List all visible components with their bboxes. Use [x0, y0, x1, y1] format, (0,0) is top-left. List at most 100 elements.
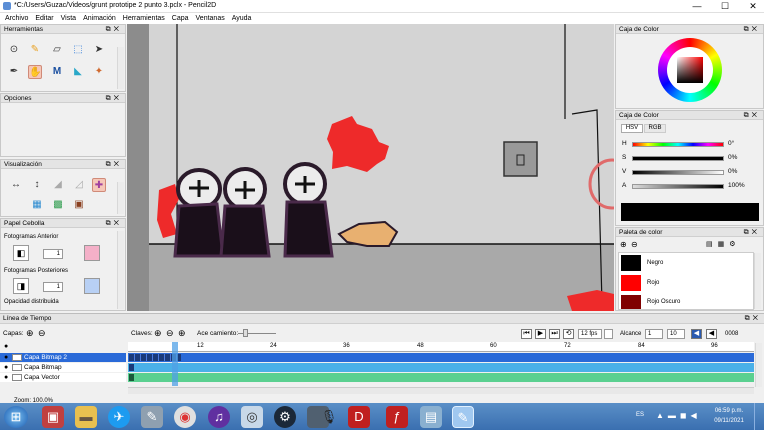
center-grid-icon[interactable]: ✚ [92, 178, 106, 192]
hue-slider[interactable]: H 0° [620, 140, 760, 148]
paint-tool-icon[interactable]: ✎ [141, 406, 163, 428]
perspective-icon[interactable]: ◿ [72, 178, 86, 192]
palette-view-icons[interactable]: ▤▦⚙ [706, 240, 741, 248]
remove-key-icon[interactable]: ⊖ [166, 328, 174, 339]
remove-layer-icon[interactable]: ⊖ [38, 328, 46, 339]
palette-swatch-rojo-oscuro[interactable] [621, 295, 641, 309]
timeline-vertical-scrollbar[interactable] [755, 343, 762, 387]
drawing-canvas[interactable] [127, 24, 614, 311]
pencil-tool-icon[interactable]: ✎ [28, 43, 42, 57]
microphone-icon[interactable]: 🎙 [318, 406, 340, 428]
range-end-spinbox[interactable]: 10 [667, 329, 685, 339]
add-layer-icon[interactable]: ⊕ [26, 328, 34, 339]
maximize-button[interactable]: ☐ [718, 0, 732, 12]
range-checkbox[interactable] [604, 329, 613, 339]
track-bitmap-2[interactable] [128, 353, 754, 362]
fps-spinbox[interactable]: 12 fps [578, 329, 602, 339]
steam-icon[interactable]: ⚙ [274, 406, 296, 428]
minimize-button[interactable]: — [690, 0, 704, 12]
panel-float-close-icons[interactable]: ⧉✕ [106, 160, 122, 169]
grid-color-icon[interactable]: ▩ [51, 198, 65, 212]
d-app-icon[interactable]: D [348, 406, 370, 428]
camera-frame-icon[interactable]: ▣ [72, 198, 86, 212]
polyline-tool-icon[interactable]: M [50, 65, 64, 79]
next-frame-button[interactable]: ⏭ [549, 329, 560, 339]
smudge-tool-icon[interactable]: ✦ [92, 65, 106, 79]
tab-rgb[interactable]: RGB [644, 124, 666, 133]
keyframe-vector[interactable] [129, 374, 134, 381]
zoom-slider-handle[interactable] [243, 329, 248, 337]
palette-swatch-negro[interactable] [621, 255, 641, 271]
layer-row-vector[interactable]: ● Capa Vector [0, 373, 126, 382]
range-start-spinbox[interactable]: 1 [645, 329, 663, 339]
panel-float-close-icons[interactable]: ⧉✕ [744, 111, 760, 120]
pointer-tool-icon[interactable]: ➤ [92, 43, 106, 57]
system-tray-icons[interactable]: ▲▬◼◀ [656, 411, 701, 420]
twitter-icon[interactable]: ✈ [108, 406, 130, 428]
flip-vertical-icon[interactable]: ↕ [30, 178, 44, 192]
taskbar-app-icon[interactable]: ▣ [42, 406, 64, 428]
flip-horizontal-icon[interactable]: ↔ [9, 178, 23, 192]
prev-frame-button[interactable]: ⏮ [521, 329, 532, 339]
flash-icon[interactable]: ƒ [386, 406, 408, 428]
start-button-icon[interactable]: ⊞ [4, 406, 28, 428]
saturation-slider[interactable]: S 0% [620, 154, 760, 162]
menu-capa[interactable]: Capa [172, 13, 189, 24]
onion-scrollbar[interactable] [117, 231, 124, 309]
menu-animacion[interactable]: Animación [83, 13, 116, 24]
next-frames-spinbox[interactable]: 1 [43, 282, 63, 292]
frame-ruler[interactable]: 12 24 36 48 60 72 84 96 [128, 342, 754, 352]
remove-color-icon[interactable]: ⊖ [631, 240, 638, 249]
bucket-tool-icon[interactable]: ◣ [71, 65, 85, 79]
timeline-horizontal-scrollbar[interactable] [128, 387, 754, 394]
chrome-icon[interactable]: ◉ [174, 406, 196, 428]
pencil2d-taskbar-icon[interactable]: ✎ [452, 406, 474, 428]
panel-float-close-icons[interactable]: ⧉✕ [744, 228, 760, 237]
panel-float-close-icons[interactable]: ⧉✕ [106, 94, 122, 103]
track-vector[interactable] [128, 373, 754, 382]
eyedropper-tool-icon[interactable]: ✒ [7, 65, 21, 79]
clock-time[interactable]: 06:59 p.m. [712, 408, 746, 414]
sound-button[interactable]: ◀ [691, 329, 702, 339]
show-desktop-button[interactable] [754, 403, 764, 430]
palette-scrollbar[interactable] [754, 253, 761, 309]
playhead[interactable] [172, 342, 178, 386]
brush-tool-icon[interactable]: ✋ [28, 65, 42, 79]
loop-button[interactable]: ⟲ [563, 329, 574, 339]
headphones-app-icon[interactable]: ♫ [208, 406, 230, 428]
next-onion-color-swatch[interactable] [84, 278, 100, 294]
layer-row-bitmap-2[interactable]: ● Capa Bitmap 2 [0, 353, 126, 362]
saturation-value-square[interactable] [677, 57, 703, 83]
menu-vista[interactable]: Vista [61, 13, 76, 24]
mute-icon[interactable]: ◀ [706, 329, 717, 339]
close-button[interactable]: ✕ [746, 0, 760, 12]
add-color-icon[interactable]: ⊕ [620, 240, 627, 249]
alpha-slider[interactable]: A 100% [620, 182, 760, 190]
spiral-app-icon[interactable]: ◎ [241, 406, 263, 428]
clock-date[interactable]: 09/11/2021 [712, 418, 746, 424]
overlay-icon[interactable]: ◢ [51, 178, 65, 192]
palette-item-rojo-oscuro[interactable]: Rojo Oscuro [647, 299, 680, 305]
play-button[interactable]: ▶ [535, 329, 546, 339]
palette-swatch-rojo[interactable] [621, 275, 641, 291]
add-key-icon[interactable]: ⊕ [154, 328, 162, 339]
menu-editar[interactable]: Editar [35, 13, 53, 24]
prev-frames-spinbox[interactable]: 1 [43, 249, 63, 259]
palette-item-negro[interactable]: Negro [647, 260, 663, 266]
color-wheel[interactable] [658, 38, 722, 102]
menu-ventanas[interactable]: Ventanas [196, 13, 225, 24]
panel-float-close-icons[interactable]: ⧉✕ [744, 25, 760, 34]
files-app-icon[interactable]: ▤ [420, 406, 442, 428]
menu-archivo[interactable]: Archivo [5, 13, 28, 24]
language-indicator[interactable]: ES [636, 412, 644, 418]
layer-visibility-icon[interactable]: ● [4, 363, 8, 372]
layer-visibility-icon[interactable]: ● [4, 353, 8, 362]
track-bitmap[interactable] [128, 363, 754, 372]
value-slider[interactable]: V 0% [620, 168, 760, 176]
keyframe-bitmap[interactable] [129, 364, 134, 371]
menu-herramientas[interactable]: Herramientas [123, 13, 165, 24]
layer-visibility-icon[interactable]: ● [4, 373, 8, 382]
prev-onion-toggle-icon[interactable]: ◧ [13, 245, 29, 261]
tab-hsv[interactable]: HSV [621, 124, 643, 133]
duplicate-key-icon[interactable]: ⊕ [178, 328, 186, 339]
